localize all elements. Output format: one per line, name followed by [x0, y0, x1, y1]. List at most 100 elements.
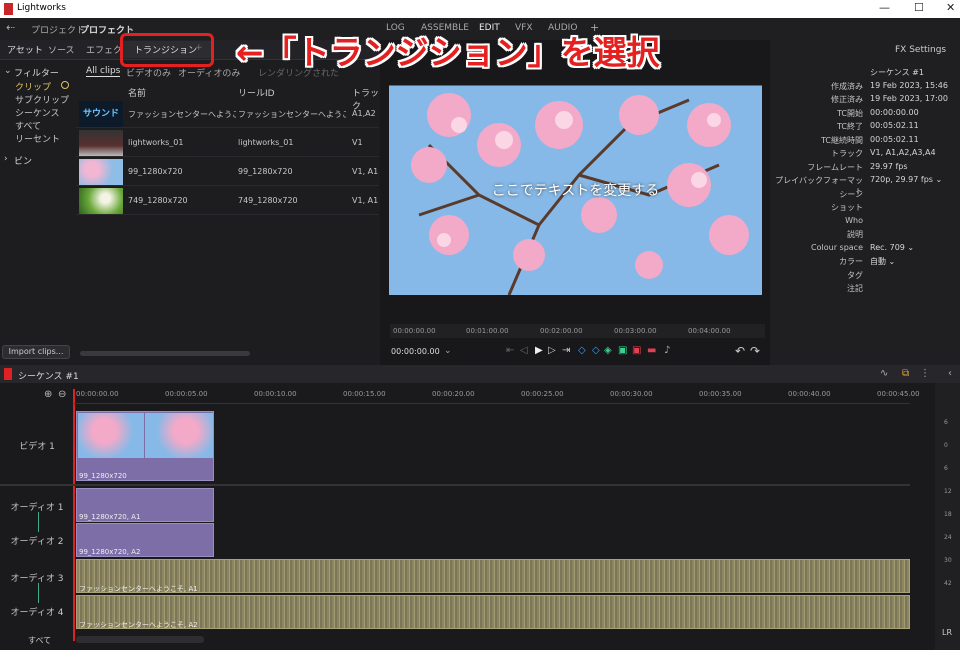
- property-value[interactable]: Rec. 709 ⌄: [870, 243, 914, 252]
- go-to-end-icon[interactable]: ⇥: [562, 345, 570, 356]
- property-value[interactable]: シーケンス #1: [870, 67, 924, 78]
- property-key: TC終了: [836, 122, 863, 131]
- clip-tracks: A1,A2: [352, 109, 376, 118]
- go-to-start-icon[interactable]: ⇤: [506, 345, 514, 356]
- filter-item-recent[interactable]: リーセント: [15, 132, 60, 145]
- all-tracks-label[interactable]: すべて: [28, 635, 51, 646]
- column-reel-id[interactable]: リールID: [238, 86, 275, 99]
- undo-icon[interactable]: ↶: [735, 344, 745, 358]
- clip-thumbnail: [79, 130, 123, 156]
- playhead[interactable]: [73, 389, 75, 641]
- timeline-ruler[interactable]: 00:00:00.00 00:00:05.00 00:00:10.00 00:00:1…: [74, 389, 920, 403]
- maximize-icon[interactable]: ☐: [914, 1, 924, 14]
- chevron-down-icon[interactable]: ⌄: [444, 346, 452, 356]
- chevron-left-icon[interactable]: ‹: [948, 368, 952, 379]
- audio-clip-a4[interactable]: ファッションセンターへようこそ, A2: [76, 595, 910, 629]
- filter-sidebar: ⌄ フィルター クリップ サブクリップ シーケンス すべて リーセント › ビン: [0, 62, 74, 345]
- timeline-scrollbar[interactable]: [76, 636, 204, 643]
- delete-icon[interactable]: ▬: [647, 345, 656, 356]
- video-preview[interactable]: ここでテキストを変更する: [389, 85, 762, 295]
- ruler-tick-label: 00:00:15.00: [343, 390, 386, 398]
- step-forward-icon[interactable]: ▷: [548, 345, 556, 356]
- property-value[interactable]: 00:00:00.00: [870, 108, 919, 117]
- filter-audio-only[interactable]: オーディオのみ: [178, 66, 240, 79]
- clip-label: 99_1280x720: [79, 472, 127, 480]
- chevron-down-icon[interactable]: ⌄: [126, 23, 134, 33]
- audio-clip-a2[interactable]: 99_1280x720, A2: [76, 523, 214, 557]
- track-label-video1[interactable]: ビデオ 1: [0, 439, 74, 452]
- property-value[interactable]: V1, A1,A2,A3,A4: [870, 148, 936, 157]
- property-value[interactable]: 00:05:02.11: [870, 121, 919, 130]
- microphone-icon[interactable]: ♪: [664, 345, 670, 356]
- audio-meter: LR 6 0 6 12 18 24 30 42: [935, 383, 960, 650]
- play-icon[interactable]: ▶: [535, 345, 543, 356]
- timecode-tick: 00:03:00.00: [614, 327, 657, 335]
- waveform-icon[interactable]: ∿: [880, 368, 888, 379]
- filter-all-clips[interactable]: All clips: [86, 66, 121, 77]
- step-back-icon[interactable]: ◁: [520, 345, 528, 356]
- close-icon[interactable]: ✕: [946, 1, 955, 14]
- clip-name: lightworks_01: [128, 138, 184, 147]
- property-value[interactable]: 19 Feb 2023, 17:00: [870, 94, 948, 103]
- property-value[interactable]: 自動 ⌄: [870, 256, 895, 267]
- zoom-in-icon[interactable]: ⊕: [44, 389, 52, 400]
- viewer-top-marker: [389, 85, 762, 86]
- property-value[interactable]: 00:05:02.11: [870, 135, 919, 144]
- column-name[interactable]: 名前: [128, 86, 146, 99]
- zoom-out-icon[interactable]: ⊖: [58, 389, 66, 400]
- insert-icon[interactable]: ◈: [604, 345, 612, 356]
- filter-item-all[interactable]: すべて: [15, 119, 41, 132]
- import-clips-button[interactable]: Import clips...: [2, 345, 70, 359]
- filter-item-sequences[interactable]: シーケンス: [15, 106, 60, 119]
- audio-clip-a3[interactable]: ファッションセンターへようこそ, A1: [76, 559, 910, 593]
- filter-video-only[interactable]: ビデオのみ: [126, 66, 171, 79]
- chevron-right-icon[interactable]: ›: [4, 154, 8, 164]
- remove-icon[interactable]: ▣: [632, 345, 641, 356]
- replace-icon[interactable]: ▣: [618, 345, 627, 356]
- clip-reel: 749_1280x720: [238, 196, 298, 205]
- back-icon[interactable]: ⇠: [6, 21, 15, 34]
- track-label-audio1[interactable]: オーディオ 1: [0, 500, 74, 513]
- tab-assets[interactable]: アセット: [7, 43, 43, 56]
- sequence-title[interactable]: シーケンス #1: [18, 369, 79, 382]
- property-value[interactable]: 720p, 29.97 fps ⌄: [870, 175, 942, 184]
- table-row[interactable]: 749_1280x720 749_1280x720 V1, A1,A: [76, 187, 379, 215]
- viewer-timebar[interactable]: 00:00:00.00 00:01:00.00 00:02:00.00 00:0…: [390, 324, 765, 338]
- meter-scale-label: 6: [944, 419, 948, 426]
- audio-clip-a1[interactable]: 99_1280x720, A1: [76, 488, 214, 522]
- mark-out-icon[interactable]: ◇: [592, 345, 600, 356]
- ruler-tick-label: 00:00:45.00: [877, 390, 920, 398]
- clip-frame-thumbnail: [145, 413, 213, 458]
- timecode-tick: 00:02:00.00: [540, 327, 583, 335]
- bins-heading[interactable]: ビン: [14, 154, 32, 167]
- redo-icon[interactable]: ↷: [750, 344, 760, 358]
- property-value[interactable]: 19 Feb 2023, 15:46: [870, 81, 948, 90]
- filter-item-subclips[interactable]: サブクリップ: [15, 93, 69, 106]
- horizontal-scrollbar[interactable]: [80, 351, 250, 356]
- track-label-audio3[interactable]: オーディオ 3: [0, 571, 74, 584]
- minimize-icon[interactable]: —: [879, 1, 890, 14]
- more-menu-icon[interactable]: ⋮: [920, 368, 930, 379]
- clip-name: 749_1280x720: [128, 196, 188, 205]
- filter-item-clips[interactable]: クリップ: [15, 80, 51, 93]
- track-label-audio2[interactable]: オーディオ 2: [0, 534, 74, 547]
- active-filter-icon: [61, 81, 69, 89]
- property-value[interactable]: 29.97 fps: [870, 162, 908, 171]
- clip-reel: 99_1280x720: [238, 167, 293, 176]
- overlay-text[interactable]: ここでテキストを変更する: [389, 180, 762, 200]
- table-row[interactable]: lightworks_01 lightworks_01 V1: [76, 129, 379, 157]
- property-key: TC開始: [836, 108, 863, 118]
- fx-settings-tab[interactable]: FX Settings: [895, 45, 946, 55]
- chevron-down-icon[interactable]: ⌄: [4, 66, 12, 76]
- track-label-audio4[interactable]: オーディオ 4: [0, 605, 74, 618]
- table-row[interactable]: サウンド ファッションセンターへようこそ ファッションセンターへようこそ A1,…: [76, 100, 379, 128]
- meter-scale-label: 42: [944, 580, 952, 587]
- mark-in-icon[interactable]: ◇: [578, 345, 586, 356]
- video-clip[interactable]: 99_1280x720: [76, 411, 214, 481]
- annotation-callout: ←「トランジション」を選択: [236, 33, 660, 72]
- sync-icon[interactable]: ⧉: [902, 368, 909, 379]
- tab-source[interactable]: ソース: [48, 43, 75, 56]
- title-bar: Lightworks — ☐ ✕: [0, 0, 960, 18]
- table-row[interactable]: 99_1280x720 99_1280x720 V1, A1,A: [76, 158, 379, 186]
- current-timecode[interactable]: 00:00:00.00: [391, 347, 440, 356]
